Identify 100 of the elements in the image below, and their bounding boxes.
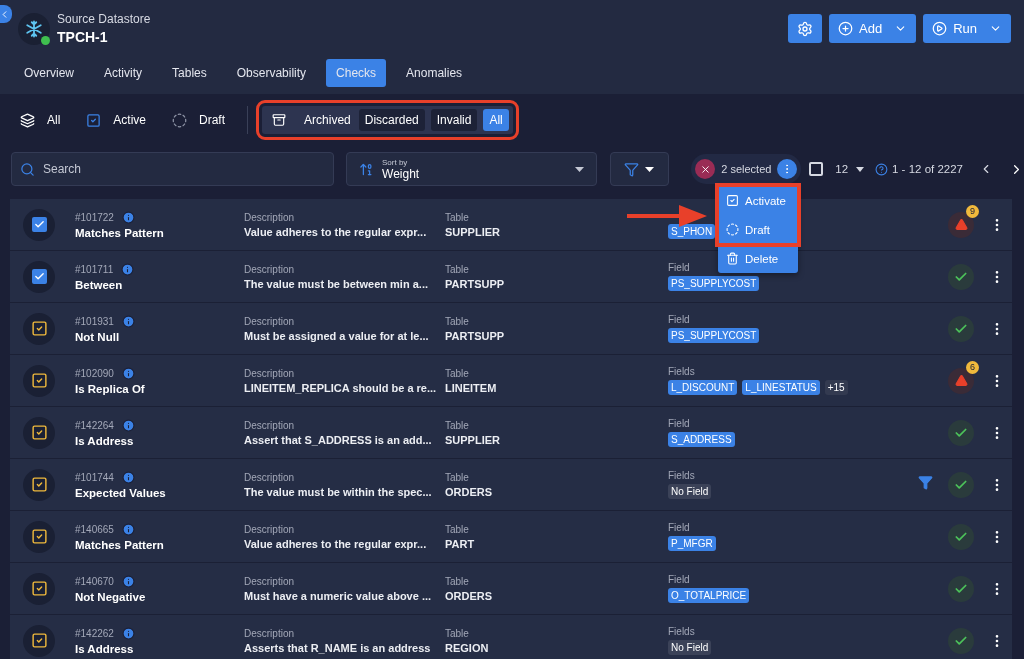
check-status-badge[interactable]: [23, 416, 55, 449]
check-description: Assert that S_ADDRESS is an add...: [244, 433, 432, 446]
play-icon: [932, 21, 948, 36]
datastore-type: Source Datastore: [57, 12, 151, 26]
collapse-button[interactable]: [0, 5, 12, 23]
search-box[interactable]: Search: [11, 152, 334, 186]
datastore-name: TPCH-1: [57, 29, 109, 45]
tab[interactable]: Anomalies: [396, 59, 473, 87]
column-label: Fields: [668, 366, 695, 377]
check-description: Value adheres to the regular expr...: [244, 537, 427, 550]
archive-filter-option[interactable]: Invalid: [430, 109, 478, 131]
sort-dropdown[interactable]: Sort by Weight: [346, 152, 597, 186]
bulk-actions-button[interactable]: [777, 159, 798, 179]
check-id: #101744: [75, 471, 114, 483]
status-filter[interactable]: Draft: [172, 112, 226, 128]
help-icon: [875, 162, 889, 176]
note-check-icon: [30, 580, 48, 597]
warning-icon: [954, 374, 968, 387]
settings-button[interactable]: [788, 14, 822, 43]
check-status-badge[interactable]: [23, 312, 55, 345]
table-name: PARTSUPP: [445, 329, 505, 342]
check-id: #102090: [75, 367, 114, 379]
info-icon[interactable]: [121, 470, 135, 484]
check-name: Expected Values: [75, 486, 166, 499]
page-size[interactable]: 12: [835, 163, 849, 175]
column-label: Description: [244, 523, 295, 535]
info-icon[interactable]: [121, 522, 135, 536]
column-label: Description: [244, 419, 295, 431]
check-row[interactable]: #142264 Is Address Description Assert that S_ADDRESS is an add... Table SUPPLIER Field S_ADDRESS: [10, 407, 1012, 459]
snowflake-icon: [25, 19, 43, 38]
check-status-badge[interactable]: [23, 624, 55, 657]
info-icon[interactable]: [121, 314, 135, 328]
check-description: Asserts that R_NAME is an address: [244, 641, 431, 654]
archive-filter-label: Archived: [304, 113, 351, 127]
tab[interactable]: Activity: [94, 59, 153, 87]
select-all-checkbox[interactable]: [809, 162, 824, 176]
info-icon[interactable]: [121, 210, 135, 224]
caret-icon: [574, 166, 584, 172]
check-row[interactable]: #101744 Expected Values Description The value must be within the spec... Table ORDERS Fields No Field: [10, 459, 1012, 511]
check-row[interactable]: #142262 Is Address Description Asserts that R_NAME is an address Table REGION Fields No Field: [10, 615, 1012, 659]
status-filter[interactable]: All: [20, 112, 61, 128]
archive-filter-option[interactable]: Discarded: [358, 109, 425, 131]
tab[interactable]: Tables: [162, 59, 217, 87]
column-label: Table: [445, 627, 469, 639]
field-tag: PS_SUPPLYCOST: [668, 276, 760, 291]
checked-icon: [31, 269, 47, 284]
menu-item[interactable]: Draft: [718, 215, 798, 244]
tab[interactable]: Observability: [226, 59, 317, 87]
no-field-tag: No Field: [668, 484, 712, 499]
status-filter[interactable]: Active: [86, 112, 147, 128]
note-check-icon: [30, 424, 48, 441]
check-row[interactable]: #102090 Is Replica Of Description LINEITEM_REPLICA should be a re... Table LINEITEM Fields L_DISCOUNT L_LINESTATUS +15 6: [10, 355, 1012, 407]
clear-selection-button[interactable]: [695, 159, 716, 179]
column-label: Table: [445, 575, 469, 587]
column-label: Table: [445, 523, 469, 535]
check-name: Matches Pattern: [75, 538, 164, 551]
check-status-badge[interactable]: [23, 468, 55, 501]
check-row[interactable]: #140670 Not Negative Description Must have a numeric value above ... Table ORDERS Field O_TOTALPRICE: [10, 563, 1012, 615]
more-fields-tag: +15: [824, 380, 848, 395]
check-name: Matches Pattern: [75, 226, 164, 239]
layers-icon: [20, 112, 35, 128]
note-check-icon: [30, 372, 48, 389]
check-id: #142264: [75, 419, 114, 431]
check-row[interactable]: #140665 Matches Pattern Description Value adheres to the regular expr... Table PART Field P_MFGR: [10, 511, 1012, 563]
info-icon[interactable]: [121, 262, 135, 276]
check-description: Value adheres to the regular expr...: [244, 225, 427, 238]
run-button[interactable]: Run: [923, 14, 1011, 43]
info-icon[interactable]: [121, 574, 135, 588]
add-button[interactable]: Add: [829, 14, 917, 43]
check-status-badge[interactable]: [23, 572, 55, 605]
row-checkbox[interactable]: [23, 208, 55, 241]
caret-icon: [856, 166, 865, 172]
info-icon[interactable]: [121, 418, 135, 432]
check-name: Is Address: [75, 642, 134, 655]
trash-icon: [726, 252, 739, 265]
column-label: Field: [668, 418, 690, 429]
dashed-circle-icon: [172, 112, 188, 128]
check-status-badge[interactable]: [23, 520, 55, 553]
check-row[interactable]: #101931 Not Null Description Must be assigned a value for at le... Table PARTSUPP Field PS_SUPPLYCOST: [10, 303, 1012, 355]
search-field[interactable]: Search: [41, 161, 325, 177]
row-checkbox[interactable]: [23, 260, 55, 293]
tab[interactable]: Overview: [14, 59, 84, 87]
column-label: Fields: [668, 470, 695, 481]
filter-button[interactable]: [609, 152, 670, 186]
column-label: Table: [445, 367, 469, 379]
archive-filter-option[interactable]: All: [483, 109, 509, 131]
archive-icon: [272, 113, 287, 127]
info-icon[interactable]: [121, 366, 135, 380]
checkbox-icon: [726, 194, 739, 207]
check-id: #140670: [75, 575, 114, 587]
check-status-badge[interactable]: [23, 364, 55, 397]
check-description: Must be assigned a value for at le...: [244, 329, 429, 342]
column-label: Description: [244, 575, 295, 587]
column-label: Description: [244, 315, 295, 327]
check-id: #101711: [75, 263, 114, 275]
info-icon[interactable]: [121, 626, 135, 640]
close-icon: [699, 163, 711, 175]
warning-icon: [954, 218, 968, 231]
column-label: Description: [244, 471, 295, 483]
column-label: Description: [244, 367, 295, 379]
